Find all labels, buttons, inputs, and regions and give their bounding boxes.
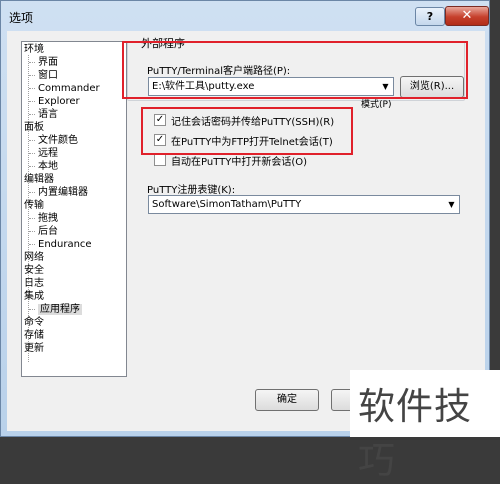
tree-item-label: 内置编辑器 xyxy=(38,187,88,198)
tree-connector-line xyxy=(29,114,35,115)
chevron-down-icon[interactable]: ▼ xyxy=(444,196,459,213)
tree-item[interactable]: 环境 xyxy=(24,43,44,56)
tree-connector-line xyxy=(29,231,35,232)
tree-connector-line xyxy=(29,140,35,141)
tree-item-label: 更新 xyxy=(24,343,44,354)
tree-item[interactable]: 安全 xyxy=(24,264,44,277)
tree-connector-line xyxy=(29,192,35,193)
tree-item[interactable]: Explorer xyxy=(38,95,80,108)
tree-connector-line xyxy=(29,309,35,310)
tree-item-label: 拖拽 xyxy=(38,213,58,224)
tree-item-label: 集成 xyxy=(24,291,44,302)
tree-item-label: 安全 xyxy=(24,265,44,276)
tree-item-label: 环境 xyxy=(24,44,44,55)
chevron-down-icon[interactable]: ▼ xyxy=(378,78,393,95)
tree-item[interactable]: 应用程序 xyxy=(38,303,82,316)
tree-item-label: 后台 xyxy=(38,226,58,237)
tree-item[interactable]: 日志 xyxy=(24,277,44,290)
tree-item[interactable]: 面板 xyxy=(24,121,44,134)
tree-item-label: Commander xyxy=(38,83,100,94)
tree-item[interactable]: 集成 xyxy=(24,290,44,303)
title-bar[interactable]: 选项 ? ✕ xyxy=(1,1,489,31)
tree-item-label: 本地 xyxy=(38,161,58,172)
tree-item[interactable]: 窗口 xyxy=(38,69,58,82)
option-label[interactable]: 自动在PuTTY中打开新会话(O) xyxy=(171,153,307,168)
options-tree[interactable]: 环境界面窗口 Commander Explorer 语言面板文件颜色远程本地编辑器内置… xyxy=(21,41,127,377)
tree-item-label: 远程 xyxy=(38,148,58,159)
tree-item[interactable]: 后台 xyxy=(38,225,58,238)
tree-item[interactable]: 网络 xyxy=(24,251,44,264)
tree-connector-line xyxy=(29,244,35,245)
tree-item-label: 传输 xyxy=(24,200,44,211)
tree-item-label: 语言 xyxy=(38,109,58,120)
group-title: 外部程序 xyxy=(138,35,188,51)
tree-item[interactable]: Commander xyxy=(38,82,100,95)
tree-item[interactable]: 编辑器 xyxy=(24,173,54,186)
option-checkbox[interactable]: ✓ xyxy=(154,114,166,126)
pattern-label: 模式(P) xyxy=(361,100,392,110)
tree-item-label: 应用程序 xyxy=(38,304,82,315)
tree-item[interactable]: 语言 xyxy=(38,108,58,121)
tree-connector-line xyxy=(29,166,35,167)
tree-connector-line xyxy=(29,88,35,89)
tree-item-label: Endurance xyxy=(38,239,92,250)
tree-item[interactable]: 远程 xyxy=(38,147,58,160)
option-checkbox[interactable]: ✓ xyxy=(154,134,166,146)
tree-item[interactable]: 界面 xyxy=(38,56,58,69)
registry-key-combo[interactable]: Software\SimonTatham\PuTTY ▼ xyxy=(148,195,460,214)
option-label[interactable]: 在PuTTY中为FTP打开Telnet会话(T) xyxy=(171,133,333,148)
tree-item[interactable]: 传输 xyxy=(24,199,44,212)
option-checkbox[interactable] xyxy=(154,154,166,166)
tree-item[interactable]: 文件颜色 xyxy=(38,134,78,147)
tree-item-label: 文件颜色 xyxy=(38,135,78,146)
tree-item[interactable]: 存储 xyxy=(24,329,44,342)
tree-item[interactable]: 命令 xyxy=(24,316,44,329)
ok-button[interactable]: 确定 xyxy=(255,389,319,411)
tree-item-label: 网络 xyxy=(24,252,44,263)
tree-item[interactable]: 拖拽 xyxy=(38,212,58,225)
putty-path-combo[interactable]: E:\软件工具\putty.exe ▼ xyxy=(148,77,394,96)
tree-item-label: 存储 xyxy=(24,330,44,341)
window-title: 选项 xyxy=(9,11,34,25)
tree-item-label: 窗口 xyxy=(38,70,58,81)
watermark-text: 软件技巧 xyxy=(358,385,472,482)
tree-item-label: 日志 xyxy=(24,278,44,289)
help-button[interactable]: ? xyxy=(415,7,445,26)
tree-item-label: 界面 xyxy=(38,57,58,68)
tree-connector-line xyxy=(29,75,35,76)
close-button[interactable]: ✕ xyxy=(445,6,489,26)
tree-connector-line xyxy=(29,62,35,63)
registry-key-label: PuTTY注册表键(K): xyxy=(147,185,236,196)
registry-key-value: Software\SimonTatham\PuTTY xyxy=(152,199,302,210)
tree-connector-line xyxy=(29,101,35,102)
putty-path-label: PuTTY/Terminal客户端路径(P): xyxy=(147,66,291,77)
tree-item[interactable]: 内置编辑器 xyxy=(38,186,88,199)
watermark: 软件技巧 xyxy=(350,370,500,482)
tree-item-label: 编辑器 xyxy=(24,174,54,185)
browse-button[interactable]: 浏览(R)... xyxy=(400,76,464,98)
tree-connector-line xyxy=(29,218,35,219)
tree-connector-line xyxy=(29,153,35,154)
tree-item-label: 命令 xyxy=(24,317,44,328)
tree-item[interactable]: 本地 xyxy=(38,160,58,173)
tree-item-label: 面板 xyxy=(24,122,44,133)
option-label[interactable]: 记住会话密码并传给PuTTY(SSH)(R) xyxy=(171,113,334,128)
tree-item[interactable]: 更新 xyxy=(24,342,44,355)
tree-item-label: Explorer xyxy=(38,96,80,107)
tree-item[interactable]: Endurance xyxy=(38,238,92,251)
putty-path-value: E:\软件工具\putty.exe xyxy=(152,81,255,92)
